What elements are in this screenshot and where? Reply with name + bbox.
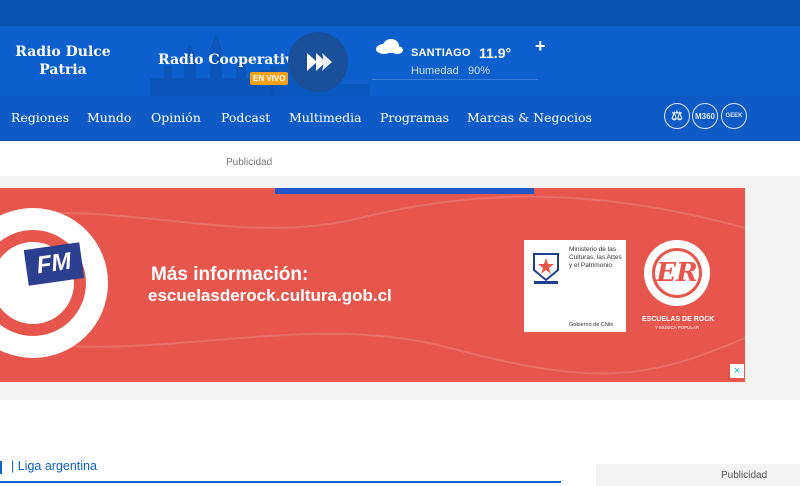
fast-forward-play-icon	[307, 53, 332, 71]
ministerio-text: Ministerio de las Culturas, las Artes y …	[569, 246, 622, 269]
station-name: Radio Cooperativa	[158, 52, 303, 68]
radio-header: Radio Dulce Patria Radio Cooperativa EN …	[0, 26, 800, 96]
justice-icon[interactable]: ⚖	[664, 103, 690, 129]
ad-info-heading: Más información:	[151, 264, 309, 285]
station-radio-dulce-patria[interactable]: Radio Dulce Patria	[14, 26, 112, 96]
breadcrumb-marker	[0, 461, 2, 474]
station-radio-cooperativa[interactable]: Radio Cooperativa EN VIVO	[140, 26, 302, 96]
escuelas-de-rock-label: ESCUELAS DE ROCK	[642, 316, 715, 323]
ad-blue-stripe	[275, 188, 534, 194]
humidity-value: 90%	[468, 65, 491, 77]
nav-item-programas[interactable]: Programas	[380, 110, 449, 125]
escuelas-de-rock-logo: ER	[644, 240, 710, 306]
weather-city: SANTIAGO	[411, 47, 471, 59]
weather-temperature: 11.9°	[479, 45, 512, 61]
nav-item-multimedia[interactable]: Multimedia	[289, 110, 362, 125]
nav-item-opinion[interactable]: Opinión	[151, 110, 201, 125]
chile-coat-of-arms-icon	[533, 253, 559, 284]
musica-popular-label: Y MÚSICA POPULAR	[655, 325, 700, 330]
nav-item-regiones[interactable]: Regiones	[11, 110, 69, 125]
sidebar-advertising-label: Publicidad	[721, 470, 768, 481]
weather-more-button[interactable]: +	[535, 36, 546, 57]
ad-container: FM Más información: escuelasderock.cultu…	[0, 176, 800, 400]
weather-widget[interactable]: SANTIAGO 11.9° Humedad 90%	[372, 34, 538, 80]
nav-item-marcas-negocios[interactable]: Marcas & Negocios	[467, 110, 592, 125]
escuelas-de-rock-banner-ad[interactable]: FM Más información: escuelasderock.cultu…	[0, 188, 745, 382]
ad-fm-badge: FM	[23, 242, 85, 286]
advertising-label: Publicidad	[226, 157, 273, 168]
gobierno-footer: Gobierno de Chile	[569, 322, 614, 328]
cloud-icon	[376, 39, 403, 54]
er-monogram: ER	[652, 248, 702, 298]
live-badge: EN VIVO	[250, 72, 289, 85]
play-button[interactable]	[288, 32, 348, 92]
top-strip	[0, 0, 800, 26]
m360-icon[interactable]: M360	[692, 103, 718, 129]
geek-icon[interactable]: GEEK	[721, 103, 747, 129]
nav-item-podcast[interactable]: Podcast	[221, 110, 270, 125]
gobierno-de-chile-logo: Ministerio de las Culturas, las Artes y …	[524, 240, 626, 332]
nav-item-mundo[interactable]: Mundo	[87, 110, 131, 125]
ad-texture	[0, 195, 745, 375]
humidity-label: Humedad	[411, 65, 459, 77]
ad-info-url: escuelasderock.cultura.gob.cl	[148, 286, 392, 305]
breadcrumb-liga-argentina[interactable]: | Liga argentina	[11, 459, 97, 473]
sidebar-ad-slot: Publicidad	[596, 464, 800, 486]
main-nav: Regiones Mundo Opinión Podcast Multimedi…	[0, 96, 800, 141]
breadcrumb: | Liga argentina	[0, 458, 561, 483]
ad-close-icon[interactable]: ×	[730, 364, 744, 378]
